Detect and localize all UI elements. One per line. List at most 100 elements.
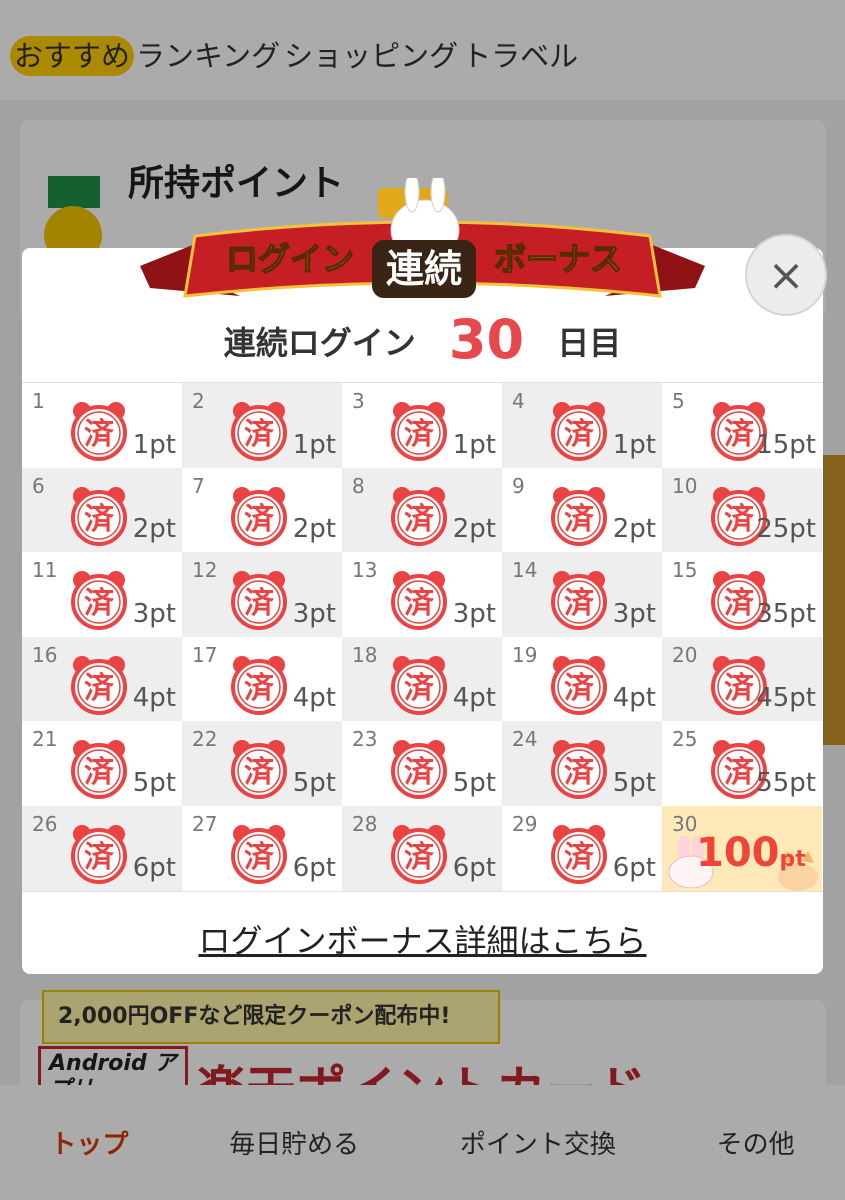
day-number: 21 [32,727,58,752]
day-points: 3pt [292,598,336,629]
claimed-stamp-icon: 済 [231,824,287,884]
claimed-stamp-icon: 済 [231,655,287,715]
day-number: 15 [672,558,698,583]
day-number: 14 [512,558,538,583]
stamp-text: 済 [404,502,435,537]
day-number: 19 [512,642,538,667]
calendar-day-cell: 26 済 6pt [22,805,182,891]
final-day-points: 100pt [696,830,806,876]
day-points: 1pt [132,429,176,460]
calendar-day-cell: 10 済 25pt [662,467,822,553]
day-points: 1pt [612,429,656,460]
stamp-text: 済 [724,671,755,706]
day-number: 16 [32,642,58,667]
claimed-stamp-icon: 済 [391,740,447,800]
login-bonus-details-link[interactable]: ログインボーナス詳細はこちら [22,916,823,962]
day-points: 5pt [612,767,656,798]
claimed-stamp-icon: 済 [231,486,287,546]
calendar-day-cell: 1 済 1pt [22,383,182,468]
calendar-day-cell: 27 済 6pt [182,806,342,891]
stamp-text: 済 [564,671,595,706]
login-calendar: 1 済 1pt 2 済 1pt 3 済 1pt 4 済 1pt 5 済 15pt 6 済 2pt 7 済… [22,382,823,892]
day-points: 55pt [756,767,816,798]
day-points: 1pt [452,429,496,460]
day-points: 3pt [452,598,496,629]
claimed-stamp-icon: 済 [391,655,447,715]
day-number: 18 [352,642,378,667]
streak-prefix: 連続ログイン [223,324,416,362]
claimed-stamp-icon: 済 [71,571,127,631]
stamp-text: 済 [404,586,435,621]
stamp-text: 済 [724,586,755,621]
day-number: 20 [672,642,698,667]
ribbon-right-text: ボーナス [494,240,622,278]
ribbon-left-text: ログイン [226,240,354,278]
ribbon-center-text: 連続 [386,247,462,291]
day-number: 9 [512,473,525,498]
day-points: 5pt [452,767,496,798]
day-points: 35pt [756,598,816,629]
day-number: 11 [32,558,58,583]
claimed-stamp-icon: 済 [391,486,447,546]
close-button[interactable]: × [745,234,827,316]
day-points: 4pt [292,683,336,714]
day-number: 4 [512,389,525,413]
calendar-day-cell: 22 済 5pt [182,721,342,806]
stamp-text: 済 [84,840,115,875]
day-number: 26 [32,811,58,836]
calendar-day-cell: 20 済 45pt [662,636,822,722]
stamp-text: 済 [84,671,115,706]
day-number: 22 [192,727,218,752]
claimed-stamp-icon: 済 [231,571,287,631]
calendar-day-cell: 25 済 55pt [662,721,822,806]
stamp-text: 済 [84,417,115,452]
day-number: 5 [672,389,685,413]
day-points: 15pt [756,429,816,460]
day-points: 2pt [452,514,496,545]
day-number: 6 [32,473,45,498]
stamp-text: 済 [404,840,435,875]
calendar-day-cell: 4 済 1pt [502,383,662,468]
claimed-stamp-icon: 済 [551,402,607,461]
day-number: 24 [512,727,538,752]
day-points: 5pt [292,767,336,798]
stamp-text: 済 [84,755,115,790]
calendar-day-cell: 18 済 4pt [342,636,502,722]
calendar-day-cell: 9 済 2pt [502,468,662,553]
claimed-stamp-icon: 済 [551,824,607,884]
day-points: 2pt [292,514,336,545]
login-bonus-ribbon: ログイン 連続 ボーナス [140,178,705,298]
calendar-day-cell: 11 済 3pt [22,552,182,637]
day-number: 7 [192,473,205,498]
day-points: 3pt [132,598,176,629]
claimed-stamp-icon: 済 [551,740,607,800]
stamp-text: 済 [564,586,595,621]
login-bonus-modal: 連続ログイン 30 日目 1 済 1pt 2 済 1pt 3 済 1pt 4 済 1pt 5 済… [22,248,823,974]
stamp-text: 済 [244,840,275,875]
stamp-text: 済 [244,502,275,537]
day-number: 25 [672,727,698,752]
day-points: 4pt [452,683,496,714]
claimed-stamp-icon: 済 [71,486,127,546]
day-points: 2pt [132,514,176,545]
stamp-text: 済 [564,502,595,537]
stamp-text: 済 [404,671,435,706]
stamp-text: 済 [724,417,755,452]
stamp-text: 済 [244,417,275,452]
calendar-day-cell: 3 済 1pt [342,383,502,468]
claimed-stamp-icon: 済 [231,402,287,461]
stamp-text: 済 [564,417,595,452]
claimed-stamp-icon: 済 [551,486,607,546]
stamp-text: 済 [404,755,435,790]
day-points: 25pt [756,514,816,545]
calendar-day-cell: 15 済 35pt [662,552,822,637]
calendar-day-cell: 28 済 6pt [342,805,502,891]
claimed-stamp-icon: 済 [551,571,607,631]
day-number: 3 [352,389,365,413]
day-number: 12 [192,558,218,583]
calendar-day-cell-final: 30 100pt [662,805,822,891]
calendar-day-cell: 6 済 2pt [22,467,182,553]
day-points: 6pt [292,852,336,883]
calendar-day-cell: 21 済 5pt [22,721,182,806]
stamp-text: 済 [564,840,595,875]
